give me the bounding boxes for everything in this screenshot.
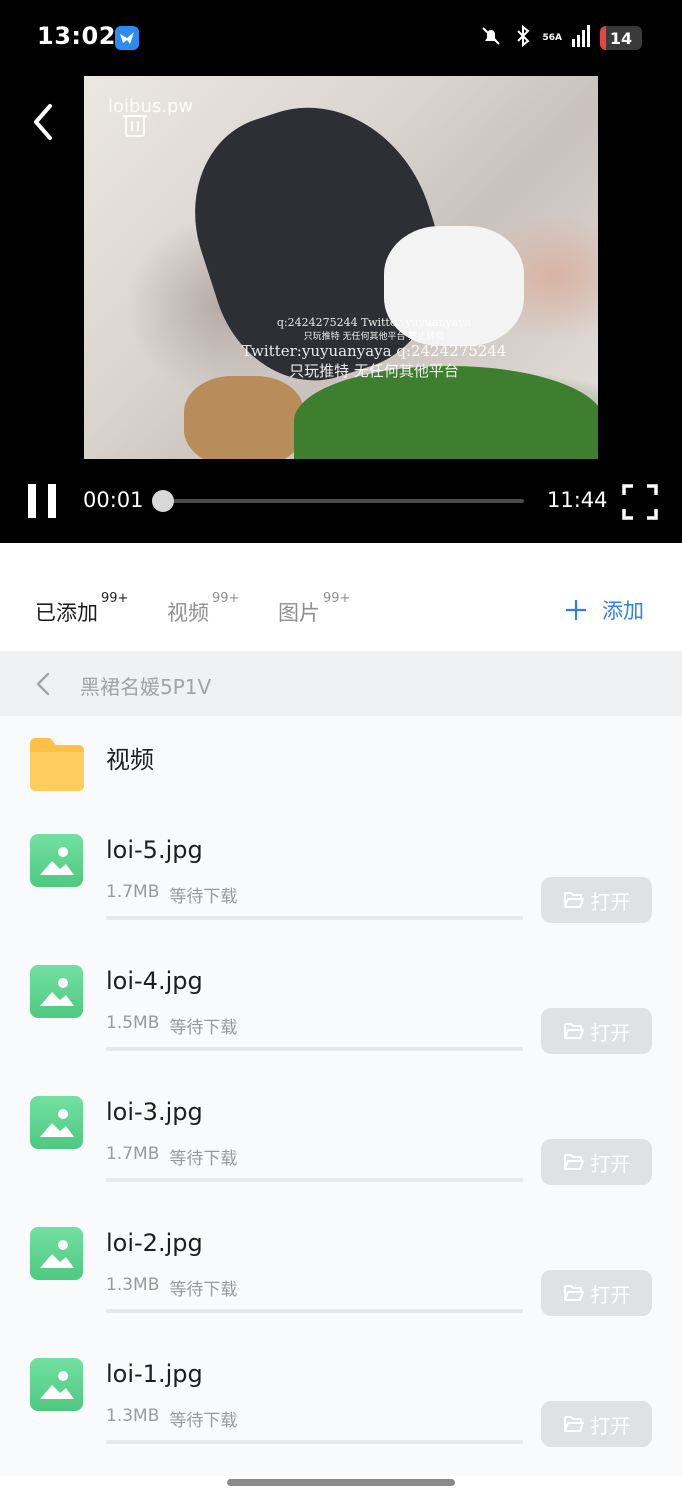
open-label: 打开 [590,1413,631,1438]
file-name: loi-2.jpg [106,1229,203,1257]
file-name: loi-3.jpg [106,1098,203,1126]
back-button[interactable] [28,100,60,144]
pause-button[interactable] [24,484,60,518]
image-file-icon [30,1096,83,1149]
total-time: 11:44 [547,488,608,512]
folder-icon [30,738,84,791]
file-size: 1.3MB [106,1275,160,1295]
pause-icon [48,484,56,518]
tab-video[interactable]: 视频99+ [167,591,239,627]
file-size: 1.7MB [106,1144,160,1164]
tab-badge: 99+ [323,591,351,606]
open-button[interactable]: 打开 [541,1270,652,1316]
pause-icon [28,484,36,518]
open-label: 打开 [590,889,631,914]
folder-open-icon [563,1416,584,1432]
file-name: loi-5.jpg [106,836,203,864]
tab-added[interactable]: 已添加99+ [35,591,128,627]
breadcrumb-title: 黑裙名媛5P1V [80,675,212,699]
video-frame[interactable]: loibus.pw q:2424275244 Twitter:yuyuanyay… [84,76,598,459]
signal-icon [572,25,590,51]
file-list: 视频 loi-5.jpg 1.7MB 等待下载 打开 loi-4.jpg 1.5M… [0,716,682,1476]
app-notification-icon [115,26,139,50]
download-status: 等待下载 [169,1149,238,1169]
breadcrumb-back-button[interactable] [34,671,52,697]
open-label: 打开 [590,1282,631,1307]
file-size: 1.3MB [106,1406,160,1426]
seek-handle[interactable] [151,490,174,512]
open-label: 打开 [590,1020,631,1045]
tab-label: 视频 [167,601,209,625]
download-progress [106,1440,523,1444]
tab-badge: 99+ [101,591,129,606]
add-label: 添加 [602,599,644,623]
mute-bell-icon [479,24,503,52]
watermark-line: 只玩推特 无任何其他平台 [289,362,459,380]
list-item[interactable]: loi-1.jpg 1.3MB 等待下载 打开 [0,1358,682,1489]
open-button[interactable]: 打开 [541,1139,652,1185]
folder-item[interactable]: 视频 [0,716,682,811]
list-item[interactable]: loi-4.jpg 1.5MB 等待下载 打开 [0,965,682,1096]
image-file-icon [30,834,83,887]
download-status: 等待下载 [169,1018,238,1038]
download-status: 等待下载 [169,1280,238,1300]
download-status: 等待下载 [169,887,238,907]
file-size: 1.5MB [106,1013,160,1033]
open-button[interactable]: 打开 [541,877,652,923]
network-type: 56A [542,32,563,43]
file-name: loi-1.jpg [106,1360,203,1388]
file-name: loi-4.jpg [106,967,203,995]
video-player: 13:02 56A 14 loibus.pw q:2424275244 Twit… [0,0,682,543]
download-status: 等待下载 [169,1411,238,1431]
tab-label: 图片 [278,601,320,625]
download-progress [106,1047,523,1051]
open-label: 打开 [590,1151,631,1176]
home-indicator[interactable] [227,1479,455,1486]
bluetooth-icon [513,24,533,52]
image-file-icon [30,1227,83,1280]
watermark-line: 只玩推特 无任何其他平台 禁止转载 [303,332,445,342]
open-button[interactable]: 打开 [541,1401,652,1447]
fullscreen-button[interactable] [622,484,658,520]
download-progress [106,1178,523,1182]
breadcrumb: 黑裙名媛5P1V [0,651,682,716]
folder-open-icon [563,1023,584,1039]
add-button[interactable]: 添加 [564,596,644,624]
current-time: 00:01 [83,488,144,512]
folder-name: 视频 [106,746,154,774]
folder-open-icon [563,892,584,908]
tab-images[interactable]: 图片99+ [278,591,350,627]
file-size: 1.7MB [106,882,160,902]
open-button[interactable]: 打开 [541,1008,652,1054]
watermark-text: q:2424275244 Twitter:yuyuanyaya 只玩推特 无任何… [204,316,544,381]
image-file-icon [30,1358,83,1411]
battery-level: 14 [609,28,633,48]
folder-open-icon [563,1285,584,1301]
fullscreen-icon [622,484,658,520]
watermark-trash-icon [120,108,150,138]
tab-label: 已添加 [35,601,98,625]
seek-bar[interactable] [162,499,524,503]
folder-open-icon [563,1154,584,1170]
battery-indicator: 14 [600,26,642,50]
status-time: 13:02 [37,22,116,50]
plus-icon [566,600,586,620]
chevron-left-icon [36,672,50,696]
list-item[interactable]: loi-3.jpg 1.7MB 等待下载 打开 [0,1096,682,1227]
image-file-icon [30,965,83,1018]
list-item[interactable]: loi-5.jpg 1.7MB 等待下载 打开 [0,834,682,965]
watermark-line: q:2424275244 Twitter:yuyuanyaya [276,316,472,329]
list-item[interactable]: loi-2.jpg 1.3MB 等待下载 打开 [0,1227,682,1358]
download-progress [106,1309,523,1313]
tab-badge: 99+ [212,591,240,606]
battery-fill [600,26,606,50]
download-progress [106,916,523,920]
watermark-line: Twitter:yuyuanyaya q:2424275244 [241,342,507,360]
status-bar: 13:02 56A 14 [0,0,682,76]
video-scene-basket [184,376,304,459]
tab-bar: 已添加99+ 视频99+ 图片99+ 添加 [0,543,682,651]
player-controls: 00:01 11:44 [0,476,682,526]
